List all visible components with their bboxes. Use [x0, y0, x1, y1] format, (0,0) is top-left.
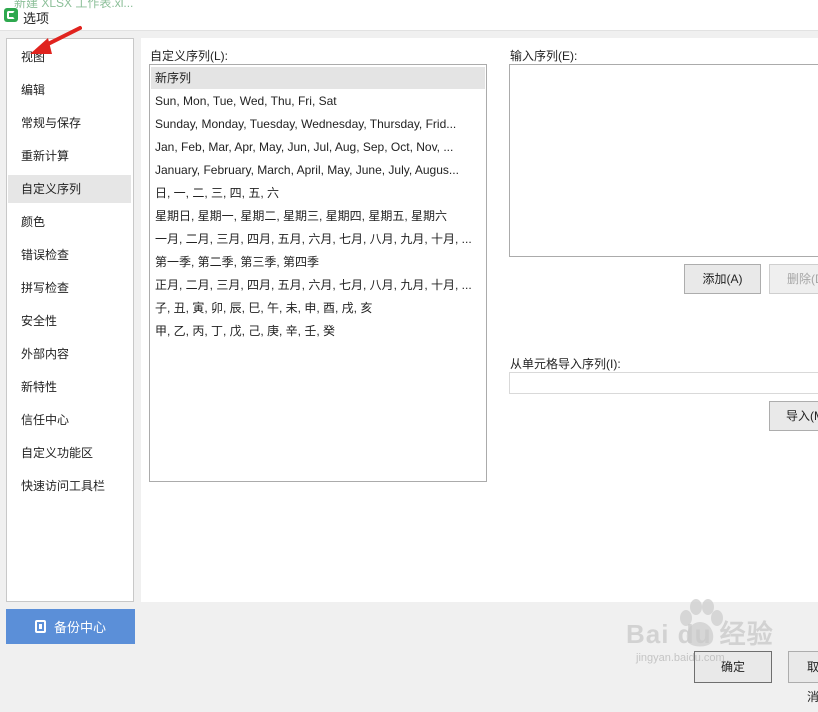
- import-range-input[interactable]: [509, 372, 818, 394]
- import-button[interactable]: 导入(M): [769, 401, 818, 431]
- list-item[interactable]: Sun, Mon, Tue, Wed, Thu, Fri, Sat: [151, 90, 485, 112]
- sidebar-item-customize-ribbon[interactable]: 自定义功能区: [8, 439, 131, 467]
- sidebar-item-external-content[interactable]: 外部内容: [8, 340, 131, 368]
- sidebar-item-general-save[interactable]: 常规与保存: [8, 109, 131, 137]
- cancel-button[interactable]: 取消: [788, 651, 818, 704]
- watermark-text: Bai du 经验: [626, 619, 774, 649]
- sidebar-item-recalculate[interactable]: 重新计算: [8, 142, 131, 170]
- add-button[interactable]: 添加(A): [684, 264, 761, 294]
- sidebar-item-quick-access-toolbar[interactable]: 快速访问工具栏: [8, 472, 131, 500]
- list-item[interactable]: 正月, 二月, 三月, 四月, 五月, 六月, 七月, 八月, 九月, 十月, …: [151, 274, 485, 296]
- watermark-url: jingyan.baidu.com: [636, 652, 725, 664]
- list-item[interactable]: Jan, Feb, Mar, Apr, May, Jun, Jul, Aug, …: [151, 136, 485, 158]
- title-bar: 新建 XLSX 工作表.xl... 选项: [0, 0, 818, 31]
- list-item[interactable]: 星期日, 星期一, 星期二, 星期三, 星期四, 星期五, 星期六: [151, 205, 485, 227]
- list-item[interactable]: 新序列: [151, 67, 485, 89]
- app-logo-icon: [4, 8, 18, 22]
- list-entries-textarea[interactable]: [509, 64, 818, 257]
- backup-center-button[interactable]: 备份中心: [6, 609, 135, 644]
- sidebar-item-custom-lists[interactable]: 自定义序列: [8, 175, 131, 203]
- backup-center-label: 备份中心: [53, 620, 106, 635]
- import-label: 从单元格导入序列(I):: [510, 357, 621, 371]
- backup-icon: [34, 620, 46, 633]
- list-item[interactable]: Sunday, Monday, Tuesday, Wednesday, Thur…: [151, 113, 485, 135]
- list-entries-label: 输入序列(E):: [510, 49, 578, 63]
- custom-lists-label: 自定义序列(L):: [150, 49, 229, 63]
- sidebar-item-trust-center[interactable]: 信任中心: [8, 406, 131, 434]
- sidebar-item-edit[interactable]: 编辑: [8, 76, 131, 104]
- sidebar-item-spell-check[interactable]: 拼写检查: [8, 274, 131, 302]
- list-item[interactable]: 一月, 二月, 三月, 四月, 五月, 六月, 七月, 八月, 九月, 十月, …: [151, 228, 485, 250]
- list-item[interactable]: January, February, March, April, May, Ju…: [151, 159, 485, 181]
- list-item[interactable]: 日, 一, 二, 三, 四, 五, 六: [151, 182, 485, 204]
- list-item[interactable]: 甲, 乙, 丙, 丁, 戊, 己, 庚, 辛, 壬, 癸: [151, 320, 485, 342]
- delete-button[interactable]: 删除(D): [769, 264, 818, 294]
- annotation-arrow-icon: [30, 26, 82, 54]
- list-item[interactable]: 子, 丑, 寅, 卯, 辰, 巳, 午, 未, 申, 酉, 戌, 亥: [151, 297, 485, 319]
- sidebar-item-security[interactable]: 安全性: [8, 307, 131, 335]
- sidebar-nav: 视图 编辑 常规与保存 重新计算 自定义序列 颜色 错误检查 拼写检查 安全性 …: [6, 38, 134, 602]
- sidebar-item-new-features[interactable]: 新特性: [8, 373, 131, 401]
- custom-lists-listbox[interactable]: 新序列 Sun, Mon, Tue, Wed, Thu, Fri, Sat Su…: [149, 64, 487, 482]
- sidebar-item-error-check[interactable]: 错误检查: [8, 241, 131, 269]
- sidebar-item-color[interactable]: 颜色: [8, 208, 131, 236]
- list-item[interactable]: 第一季, 第二季, 第三季, 第四季: [151, 251, 485, 273]
